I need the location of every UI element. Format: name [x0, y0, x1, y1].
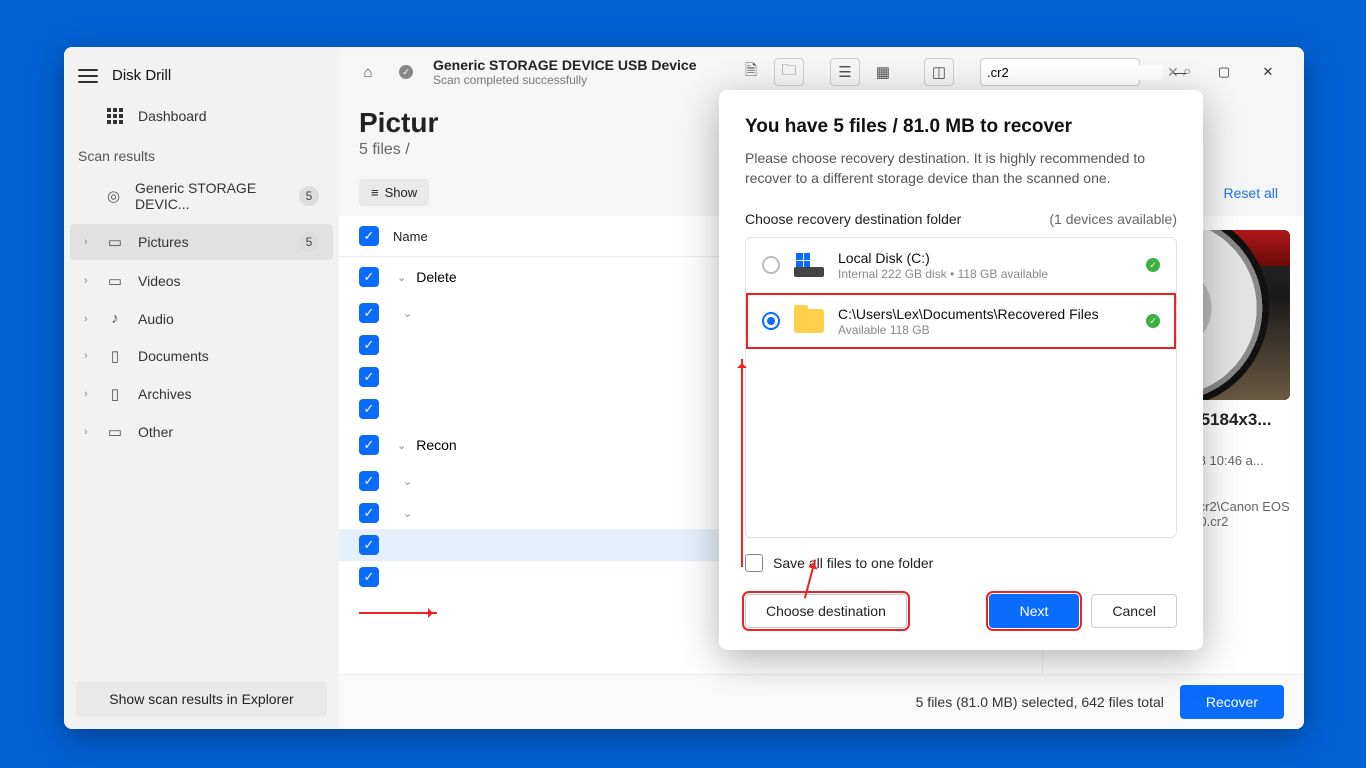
grid-icon: [106, 108, 124, 124]
check-ok-icon: ✓: [1146, 314, 1160, 328]
sidebar-item-device[interactable]: ◎ Generic STORAGE DEVIC... 5: [70, 172, 333, 220]
chevron-right-icon: ›: [84, 275, 88, 287]
sidebar-item-dashboard[interactable]: Dashboard: [70, 100, 333, 132]
choose-destination-button[interactable]: Choose destination: [745, 594, 907, 628]
check-ok-icon: ✓: [1146, 258, 1160, 272]
destination-detail: Available 118 GB: [838, 323, 1132, 337]
sidebar-item-other[interactable]: › ▭ Other: [70, 415, 333, 449]
cancel-button[interactable]: Cancel: [1091, 594, 1177, 628]
recovery-destination-modal: You have 5 files / 81.0 MB to recover Pl…: [719, 90, 1203, 650]
chevron-right-icon: ›: [84, 313, 88, 325]
destination-name: C:\Users\Lex\Documents\Recovered Files: [838, 306, 1132, 322]
save-one-label: Save all files to one folder: [773, 555, 933, 571]
sidebar-item-label: Generic STORAGE DEVIC...: [135, 180, 285, 212]
sidebar-item-label: Videos: [138, 273, 181, 289]
destination-name: Local Disk (C:): [838, 250, 1132, 266]
menu-icon[interactable]: [78, 69, 98, 83]
video-icon: ▭: [106, 272, 124, 290]
radio-icon[interactable]: [762, 312, 780, 330]
document-icon: ▯: [106, 347, 124, 365]
drive-icon: ◎: [106, 187, 121, 205]
modal-title: You have 5 files / 81.0 MB to recover: [745, 116, 1177, 138]
sidebar-item-videos[interactable]: › ▭ Videos: [70, 264, 333, 298]
next-button[interactable]: Next: [989, 594, 1080, 628]
chevron-right-icon: ›: [84, 388, 88, 400]
app-window: Disk Drill Dashboard Scan results ◎ Gene…: [64, 47, 1304, 729]
choose-destination-label: Choose recovery destination folder: [745, 211, 961, 227]
count-badge: 5: [299, 186, 319, 206]
show-in-explorer-button[interactable]: Show scan results in Explorer: [76, 681, 327, 717]
devices-available: (1 devices available): [1049, 211, 1177, 227]
modal-body: Please choose recovery destination. It i…: [745, 148, 1177, 189]
chevron-right-icon: ›: [84, 350, 88, 362]
sidebar: Disk Drill Dashboard Scan results ◎ Gene…: [64, 47, 339, 729]
destination-local-disk[interactable]: Local Disk (C:) Internal 222 GB disk • 1…: [746, 238, 1176, 293]
scan-results-label: Scan results: [64, 134, 339, 170]
audio-icon: ♪: [106, 310, 124, 327]
sidebar-item-label: Other: [138, 424, 173, 440]
sidebar-item-audio[interactable]: › ♪ Audio: [70, 302, 333, 335]
chevron-right-icon: ›: [84, 236, 88, 248]
checkbox-icon[interactable]: [745, 554, 763, 572]
chevron-right-icon: ›: [84, 426, 88, 438]
destination-list: Local Disk (C:) Internal 222 GB disk • 1…: [745, 237, 1177, 538]
sidebar-item-documents[interactable]: › ▯ Documents: [70, 339, 333, 373]
sidebar-item-label: Documents: [138, 348, 209, 364]
sidebar-item-label: Archives: [138, 386, 192, 402]
archive-icon: ▯: [106, 385, 124, 403]
main-area: ⌂ ✓ Generic STORAGE DEVICE USB Device Sc…: [339, 47, 1304, 729]
sidebar-item-pictures[interactable]: › ▭ Pictures 5: [70, 224, 333, 260]
destination-recovered-files[interactable]: C:\Users\Lex\Documents\Recovered Files A…: [746, 293, 1176, 349]
destination-detail: Internal 222 GB disk • 118 GB available: [838, 267, 1132, 281]
sidebar-item-label: Pictures: [138, 234, 189, 250]
sidebar-item-label: Audio: [138, 311, 174, 327]
sidebar-item-label: Dashboard: [138, 108, 207, 124]
app-title: Disk Drill: [112, 67, 171, 84]
folder-icon: [794, 309, 824, 333]
sidebar-item-archives[interactable]: › ▯ Archives: [70, 377, 333, 411]
image-icon: ▭: [106, 233, 124, 251]
save-to-one-folder[interactable]: Save all files to one folder: [745, 554, 1177, 572]
disk-icon: [794, 253, 824, 277]
radio-icon[interactable]: [762, 256, 780, 274]
count-badge: 5: [299, 232, 319, 252]
other-icon: ▭: [106, 423, 124, 441]
